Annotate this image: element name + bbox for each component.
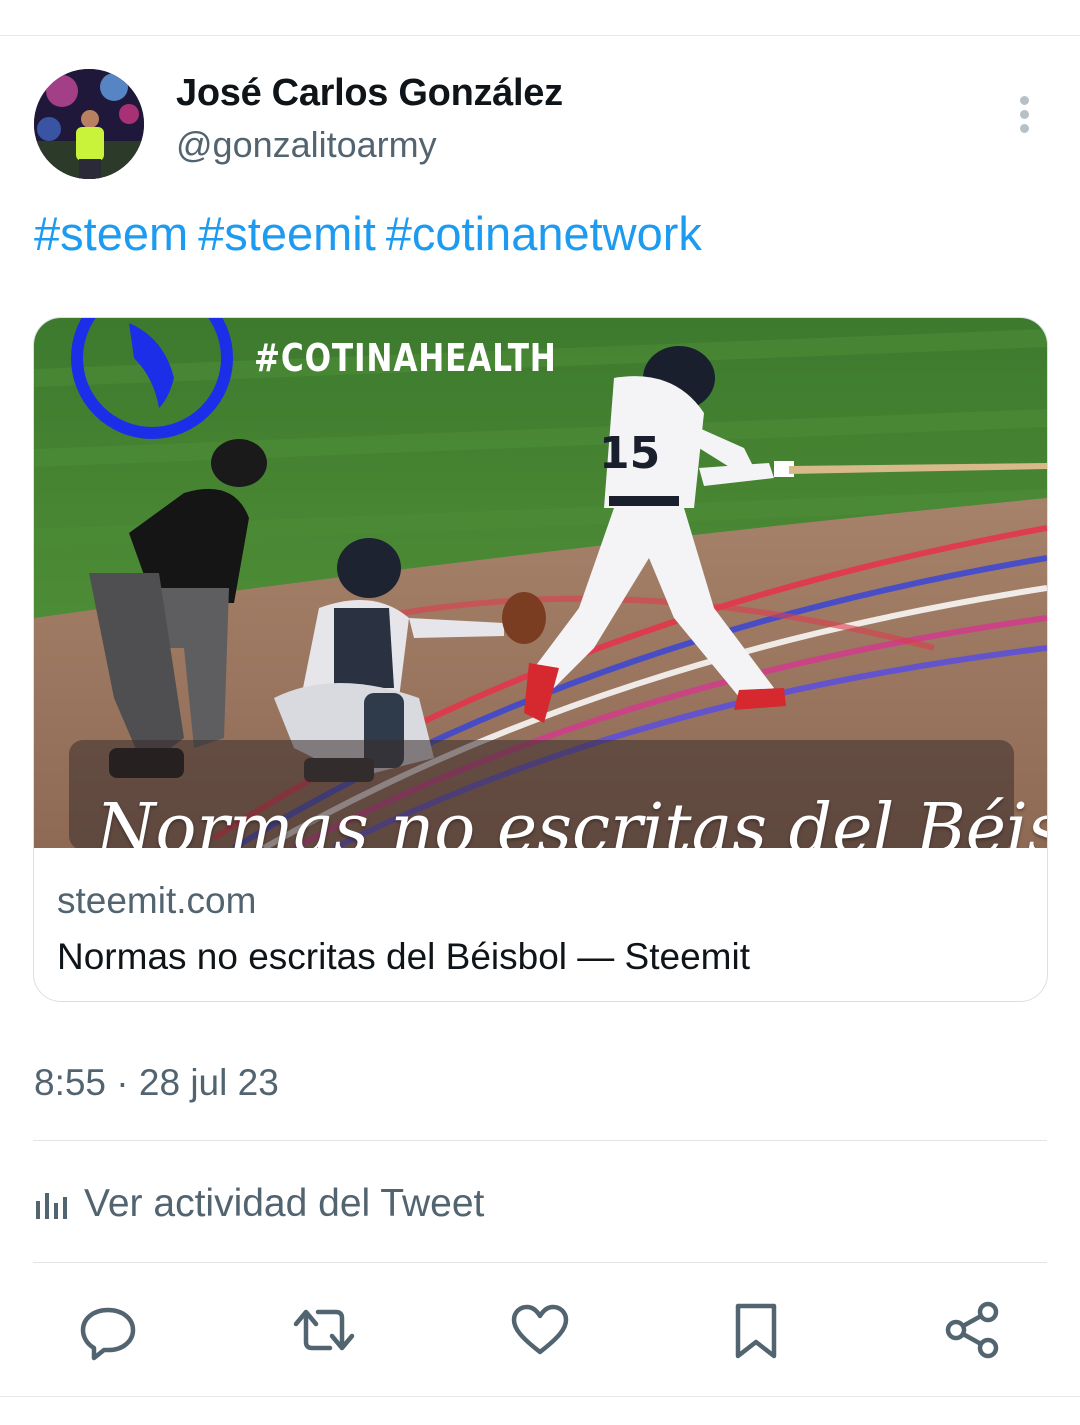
reply-icon	[80, 1307, 136, 1361]
avatar[interactable]	[34, 69, 144, 179]
hashtag-link[interactable]: #steemit	[198, 207, 376, 260]
top-divider	[0, 35, 1080, 36]
bottom-divider	[0, 1396, 1080, 1397]
card-domain: steemit.com	[57, 880, 257, 921]
reply-button[interactable]	[76, 1298, 140, 1362]
view-activity-link[interactable]: Ver actividad del Tweet	[34, 1182, 484, 1226]
bookmark-button[interactable]	[724, 1298, 788, 1362]
share-button[interactable]	[940, 1298, 1004, 1362]
card-image-script-title: Normas no escritas del Béisbol	[96, 790, 1047, 848]
author-handle[interactable]: @gonzalitoarmy	[176, 124, 437, 166]
retweet-button[interactable]	[292, 1298, 356, 1362]
more-options-icon[interactable]	[1010, 92, 1040, 136]
share-icon	[945, 1301, 999, 1359]
card-image[interactable]: 15 #COTINAHEALTH Normas no escritas del …	[34, 318, 1047, 848]
retweet-icon	[293, 1309, 355, 1351]
bookmark-icon	[735, 1303, 777, 1359]
svg-text:15: 15	[599, 428, 660, 479]
author-display-name[interactable]: José Carlos González	[176, 72, 563, 115]
divider	[33, 1262, 1047, 1263]
divider	[33, 1140, 1047, 1141]
view-activity-label: Ver actividad del Tweet	[84, 1182, 485, 1225]
heart-icon	[511, 1304, 569, 1355]
hashtag-link[interactable]: #steem	[34, 207, 188, 260]
like-button[interactable]	[508, 1298, 572, 1362]
tweet-text: #steem #steemit #cotinanetwork	[34, 206, 712, 261]
hashtag-link[interactable]: #cotinanetwork	[386, 207, 702, 260]
tweet-timestamp[interactable]: 8:55 · 28 jul 23	[34, 1062, 279, 1104]
card-image-hashtag: #COTINAHEALTH	[254, 336, 557, 380]
link-preview-card[interactable]: 15 #COTINAHEALTH Normas no escritas del …	[33, 317, 1048, 1002]
analytics-icon	[36, 1193, 67, 1219]
card-title[interactable]: Normas no escritas del Béisbol — Steemit	[57, 936, 750, 978]
